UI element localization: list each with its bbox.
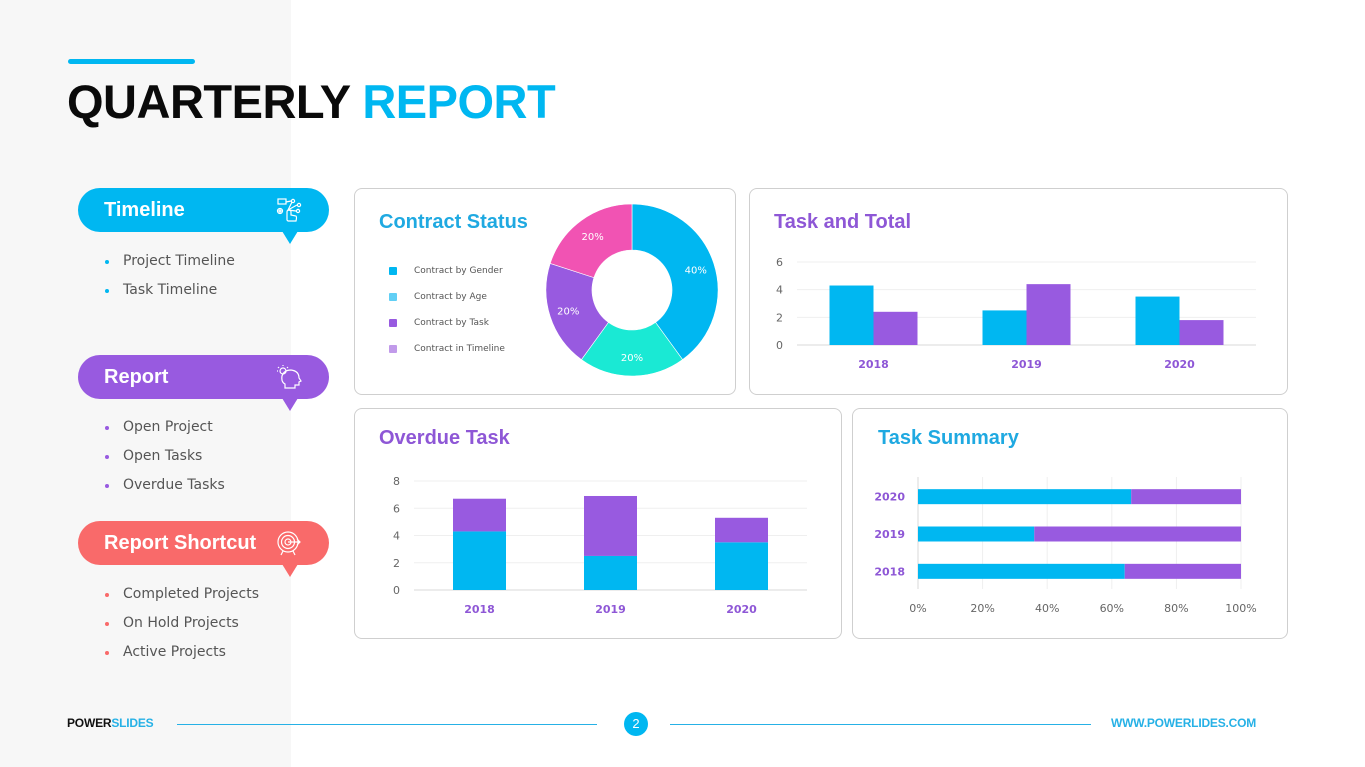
page-number: 2 xyxy=(624,712,648,736)
bar xyxy=(1131,489,1241,505)
donut-chart: 40% 20% 20% 20% xyxy=(545,203,719,377)
pill-pointer xyxy=(282,231,298,244)
report-shortcut-list: Completed Projects On Hold Projects Acti… xyxy=(104,580,259,667)
x-tick-label: 2019 xyxy=(595,603,626,616)
bar xyxy=(1179,320,1224,345)
y-tick-label: 2 xyxy=(393,557,400,570)
bar xyxy=(715,517,768,543)
contract-status-panel: Contract Status Contract by Gender Contr… xyxy=(354,188,736,395)
grouped-bar-chart: 0 2 4 6 2018 2019 2020 xyxy=(776,256,1256,371)
list-item[interactable]: Task Timeline xyxy=(104,276,235,305)
section-report-shortcut-header[interactable]: Report Shortcut xyxy=(78,521,329,577)
list-item[interactable]: Completed Projects xyxy=(104,580,259,609)
y-tick-label: 2019 xyxy=(874,528,905,541)
y-tick-label: 2 xyxy=(776,311,783,324)
y-tick-label: 0 xyxy=(393,584,400,597)
list-item[interactable]: Project Timeline xyxy=(104,247,235,276)
x-tick-label: 2018 xyxy=(858,358,889,371)
x-tick-label: 2020 xyxy=(726,603,757,616)
stacked-bar-chart: 0 2 4 6 8 2018 2019 2020 xyxy=(393,475,807,616)
bar xyxy=(1124,563,1241,579)
timeline-list: Project Timeline Task Timeline xyxy=(104,247,235,305)
slice-label: 40% xyxy=(685,265,707,276)
slice-label: 20% xyxy=(621,353,643,364)
pill-pointer xyxy=(282,564,298,577)
brand-logo[interactable]: POWERSLIDES xyxy=(67,716,154,730)
bar xyxy=(453,531,506,590)
list-item[interactable]: Overdue Tasks xyxy=(104,471,225,500)
y-tick-label: 4 xyxy=(776,284,783,297)
website-link[interactable]: WWW.POWERLIDES.COM xyxy=(1111,716,1256,730)
section-report-header[interactable]: Report xyxy=(78,355,329,411)
bar xyxy=(918,563,1125,579)
bar xyxy=(918,526,1035,542)
page-title: QUARTERLY REPORT xyxy=(67,75,556,128)
y-tick-label: 6 xyxy=(776,256,783,269)
bar xyxy=(982,310,1027,345)
x-tick-label: 40% xyxy=(1035,602,1059,615)
task-summary-panel: Task Summary 0% 20% 40% 60% 80% 100% 2020 2019 2… xyxy=(852,408,1288,639)
bar xyxy=(1026,284,1071,345)
section-label: Report Shortcut xyxy=(104,532,257,554)
task-and-total-panel: Task and Total 0 2 4 6 2018 2019 2020 xyxy=(749,188,1288,395)
list-item[interactable]: Open Tasks xyxy=(104,442,225,471)
bar xyxy=(918,489,1132,505)
idea-head-icon xyxy=(277,365,302,389)
list-item[interactable]: Open Project xyxy=(104,413,225,442)
y-tick-label: 8 xyxy=(393,475,400,488)
title-accent-bar xyxy=(68,59,195,64)
x-tick-label: 20% xyxy=(970,602,994,615)
x-tick-label: 2018 xyxy=(464,603,495,616)
report-list: Open Project Open Tasks Overdue Tasks xyxy=(104,413,225,500)
x-tick-label: 60% xyxy=(1100,602,1124,615)
x-tick-label: 2020 xyxy=(1164,358,1195,371)
x-tick-label: 80% xyxy=(1164,602,1188,615)
list-item[interactable]: On Hold Projects xyxy=(104,609,259,638)
bar xyxy=(829,285,874,345)
target-icon xyxy=(277,531,301,556)
footer-divider xyxy=(177,724,597,725)
y-tick-label: 2020 xyxy=(874,491,905,504)
x-tick-label: 2019 xyxy=(1011,358,1042,371)
y-tick-label: 6 xyxy=(393,502,400,515)
section-label: Report xyxy=(104,366,169,388)
slice-label: 20% xyxy=(557,307,579,318)
pill-pointer xyxy=(282,398,298,411)
bar xyxy=(1034,526,1241,542)
horizontal-stacked-bar-chart: 0% 20% 40% 60% 80% 100% 2020 2019 2018 xyxy=(874,477,1257,615)
bar xyxy=(1135,296,1180,345)
bar xyxy=(584,555,637,590)
y-tick-label: 0 xyxy=(776,339,783,352)
footer-divider xyxy=(670,724,1091,725)
slice-label: 20% xyxy=(582,232,604,243)
overdue-task-panel: Overdue Task 0 2 4 6 8 2018 2019 2020 xyxy=(354,408,842,639)
list-item[interactable]: Active Projects xyxy=(104,638,259,667)
section-timeline-header[interactable]: Timeline xyxy=(78,188,329,244)
touch-network-icon xyxy=(276,198,302,222)
bar xyxy=(453,498,506,532)
bar xyxy=(873,311,918,345)
x-tick-label: 100% xyxy=(1225,602,1256,615)
bar xyxy=(715,542,768,590)
section-label: Timeline xyxy=(104,199,185,221)
y-tick-label: 4 xyxy=(393,530,400,543)
x-tick-label: 0% xyxy=(909,602,926,615)
y-tick-label: 2018 xyxy=(874,565,905,578)
bar xyxy=(584,495,637,556)
